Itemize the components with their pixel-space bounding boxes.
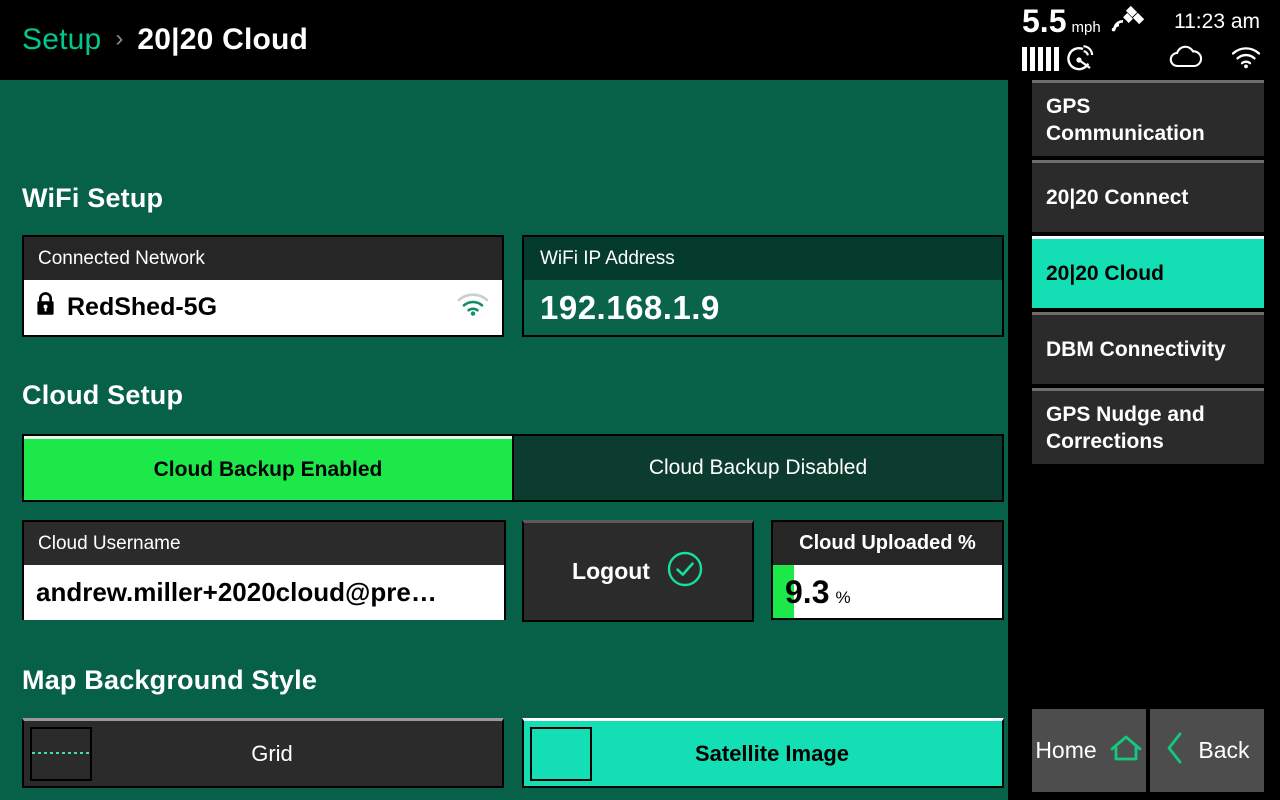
wifi-ip-label: WiFi IP Address (524, 237, 1002, 280)
connected-network-panel[interactable]: Connected Network RedShed-5G (22, 235, 504, 337)
map-style-satellite-button[interactable]: Satellite Image (522, 718, 1004, 788)
map-style-grid-button[interactable]: Grid (22, 718, 504, 788)
home-icon (1109, 733, 1143, 769)
map-style-grid-label: Grid (251, 740, 293, 766)
clock: 11:23 am (1174, 10, 1260, 33)
home-label: Home (1035, 737, 1097, 763)
map-style-satellite-label: Satellite Image (694, 740, 850, 766)
navigation-buttons: Home Back (1032, 709, 1264, 792)
speed-value: 5.5 (1022, 3, 1067, 39)
connectivity-icons (1168, 44, 1262, 75)
lock-icon (36, 292, 55, 323)
cloud-uploaded-value: 9.3 (785, 573, 830, 610)
grid-thumbnail-icon (30, 726, 92, 781)
map-background-heading: Map Background Style (22, 665, 318, 695)
connected-network-label: Connected Network (24, 237, 502, 280)
cloud-username-label: Cloud Username (24, 522, 504, 565)
wifi-ip-value: 192.168.1.9 (524, 280, 1002, 335)
satellite-thumbnail-icon (530, 726, 592, 781)
wifi-setup-heading: WiFi Setup (22, 183, 164, 213)
device-screen: Setup › 20|20 Cloud 5.5 mph 11:23 am WiF… (0, 0, 1280, 800)
wifi-signal-icon (456, 291, 490, 324)
sidebar-item-gps-communication[interactable]: GPS Communication (1032, 80, 1264, 156)
sidebar-item-2020-connect[interactable]: 20|20 Connect (1032, 160, 1264, 232)
back-button[interactable]: Back (1150, 709, 1264, 792)
breadcrumb-parent-setup[interactable]: Setup (22, 23, 101, 57)
wifi-ip-panel: WiFi IP Address 192.168.1.9 (522, 235, 1004, 337)
cloud-username-panel[interactable]: Cloud Username andrew.miller+2020cloud@p… (22, 520, 506, 620)
logout-button[interactable]: Logout (522, 520, 754, 622)
breadcrumb: Setup › 20|20 Cloud (22, 0, 308, 80)
connected-network-value-row: RedShed-5G (24, 280, 502, 335)
cloud-setup-heading: Cloud Setup (22, 380, 184, 410)
sidebar-item-dbm-connectivity[interactable]: DBM Connectivity (1032, 312, 1264, 384)
main-content: WiFi Setup Connected Network RedShed-5G (0, 80, 1008, 800)
logout-label: Logout (572, 558, 650, 584)
cloud-backup-disabled-button[interactable]: Cloud Backup Disabled (512, 436, 1002, 500)
sidebar-item-label: GPS Nudge and Corrections (1046, 402, 1205, 453)
cloud-uploaded-label: Cloud Uploaded % (773, 522, 1002, 565)
breadcrumb-chevron-icon: › (115, 25, 124, 52)
cloud-uploaded-value-row: 9.3 % (773, 565, 1002, 618)
home-button[interactable]: Home (1032, 709, 1146, 792)
back-label: Back (1198, 737, 1250, 763)
wifi-icon (1230, 45, 1262, 74)
sidebar-item-label: DBM Connectivity (1046, 338, 1226, 361)
cloud-icon (1168, 44, 1204, 75)
sidebar-item-label: 20|20 Connect (1046, 186, 1189, 209)
sidebar: GPS Communication 20|20 Connect 20|20 Cl… (1008, 80, 1280, 800)
clock-and-connectivity: 11:23 am (1068, 4, 1268, 76)
page-title: 20|20 Cloud (137, 23, 309, 56)
cloud-backup-toggle-group: Cloud Backup Enabled Cloud Backup Disabl… (22, 434, 1004, 502)
sidebar-item-label: GPS Communication (1046, 94, 1205, 145)
signal-bars-icon (1022, 47, 1059, 71)
sidebar-item-gps-nudge-and-corrections[interactable]: GPS Nudge and Corrections (1032, 388, 1264, 464)
cloud-uploaded-panel: Cloud Uploaded % 9.3 % (771, 520, 1004, 620)
sidebar-item-2020-cloud[interactable]: 20|20 Cloud (1032, 236, 1264, 308)
top-status-bar: Setup › 20|20 Cloud 5.5 mph 11:23 am (0, 0, 1280, 80)
cloud-username-value: andrew.miller+2020cloud@pre… (24, 565, 504, 620)
check-circle-icon (666, 550, 704, 594)
cloud-uploaded-unit: % (835, 587, 851, 607)
chevron-left-icon (1164, 731, 1186, 771)
sidebar-item-label: 20|20 Cloud (1046, 262, 1164, 285)
connected-network-name: RedShed-5G (67, 293, 218, 321)
cloud-backup-enabled-button[interactable]: Cloud Backup Enabled (24, 436, 512, 500)
